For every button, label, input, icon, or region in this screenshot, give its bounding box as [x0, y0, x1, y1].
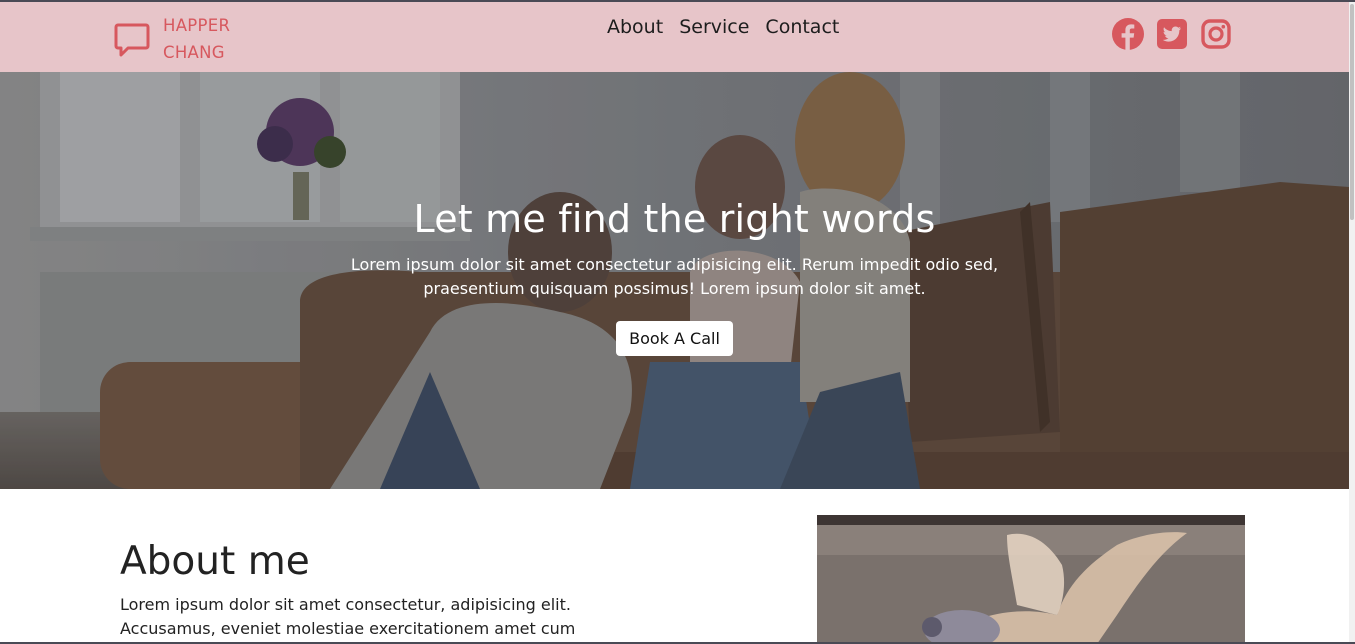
about-section: About me Lorem ipsum dolor sit amet cons…	[0, 489, 1349, 644]
hero-content: Let me find the right words Lorem ipsum …	[0, 197, 1349, 356]
hero-title: Let me find the right words	[413, 197, 936, 241]
brand[interactable]: HAPPER CHANG	[113, 12, 230, 66]
about-description: Lorem ipsum dolor sit amet consectetur, …	[120, 595, 576, 638]
brand-name-line2: CHANG	[163, 43, 225, 62]
nav-links: About Service Contact	[607, 16, 855, 38]
navbar: HAPPER CHANG About Service Contact	[0, 2, 1349, 72]
facebook-icon[interactable]	[1112, 18, 1144, 50]
hero-section: Let me find the right words Lorem ipsum …	[0, 72, 1349, 489]
instagram-icon[interactable]	[1200, 18, 1232, 50]
about-title: About me	[120, 539, 310, 584]
twitter-icon[interactable]	[1156, 18, 1188, 50]
nav-link-about[interactable]: About	[607, 16, 663, 38]
scrollbar-thumb[interactable]	[1350, 4, 1354, 220]
hero-description: Lorem ipsum dolor sit amet consectetur a…	[350, 255, 999, 298]
social-links	[1112, 18, 1232, 50]
brand-name: HAPPER CHANG	[163, 12, 230, 66]
nav-link-service[interactable]: Service	[679, 16, 749, 38]
book-a-call-button[interactable]: Book A Call	[616, 321, 733, 356]
nav-link-contact[interactable]: Contact	[765, 16, 839, 38]
brand-name-line1: HAPPER	[163, 16, 231, 35]
about-image	[817, 515, 1245, 644]
chat-bubble-icon	[114, 23, 150, 57]
